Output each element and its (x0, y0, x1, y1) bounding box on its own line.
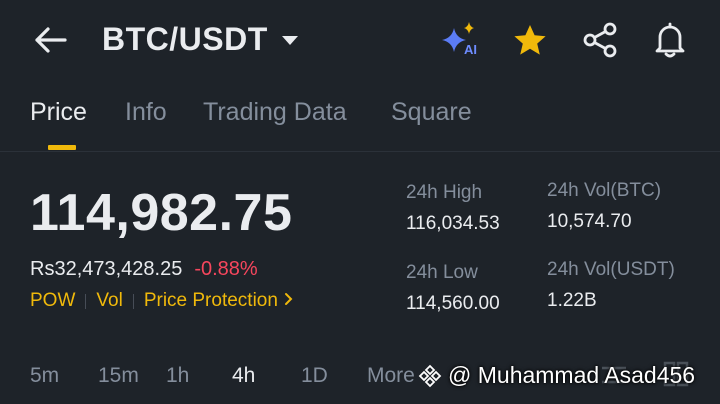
stat-24h-vol-usdt-value: 1.22B (547, 290, 597, 311)
binance-logo-icon (418, 364, 442, 387)
tag-price-protection[interactable]: Price Protection (144, 290, 293, 312)
ai-label: AI (464, 42, 477, 57)
interval-more[interactable]: More (367, 364, 415, 388)
stat-24h-vol-btc-value: 10,574.70 (547, 211, 632, 232)
tab-price[interactable]: Price (30, 98, 87, 127)
interval-4h[interactable]: 4h (232, 364, 255, 388)
tag-row: POW Vol Price Protection (30, 290, 293, 312)
watermark: @ Muhammad Asad456 (418, 362, 695, 389)
tag-pow[interactable]: POW (30, 290, 75, 312)
interval-1d[interactable]: 1D (301, 364, 328, 388)
caret-down-icon (281, 35, 298, 45)
price-alert-button[interactable] (648, 18, 692, 62)
share-icon (583, 22, 617, 58)
stat-24h-high-value: 116,034.53 (406, 213, 500, 234)
tag-divider (132, 293, 134, 309)
ai-button[interactable]: AI (438, 18, 482, 62)
price-change-percent: -0.88% (194, 258, 258, 280)
stat-24h-vol-btc-label: 24h Vol(BTC) (547, 180, 662, 201)
star-icon (514, 25, 546, 55)
bell-icon (655, 22, 685, 58)
arrow-left-icon (35, 27, 67, 53)
stat-24h-high-label: 24h High (406, 182, 483, 203)
interval-15m[interactable]: 15m (98, 364, 139, 388)
chevron-right-icon (284, 293, 293, 305)
tab-trading-data[interactable]: Trading Data (203, 98, 347, 127)
interval-1h[interactable]: 1h (166, 364, 189, 388)
favorite-button[interactable] (508, 18, 552, 62)
tab-square[interactable]: Square (391, 98, 472, 127)
stat-24h-vol-usdt-label: 24h Vol(USDT) (547, 259, 675, 280)
pair-selector[interactable]: BTC/USDT (102, 18, 298, 60)
tag-price-protection-label: Price Protection (143, 290, 278, 311)
share-button[interactable] (578, 18, 622, 62)
tag-vol[interactable]: Vol (96, 290, 122, 312)
ai-sparkle-icon: AI (442, 22, 477, 57)
back-button[interactable] (28, 20, 72, 60)
last-price: 114,982.75 (30, 184, 293, 242)
stat-24h-low-label: 24h Low (406, 262, 478, 283)
active-tab-indicator (48, 145, 76, 150)
tab-info[interactable]: Info (125, 98, 167, 127)
interval-5m[interactable]: 5m (30, 364, 59, 388)
pair-title: BTC/USDT (102, 20, 268, 57)
watermark-text: @ Muhammad Asad456 (448, 362, 696, 388)
price-subline: Rs32,473,428.25 -0.88% (30, 258, 258, 281)
tabs-divider (0, 151, 720, 152)
tag-divider (85, 293, 87, 309)
stat-24h-low-value: 114,560.00 (406, 293, 500, 314)
fiat-price: Rs32,473,428.25 (30, 258, 183, 280)
